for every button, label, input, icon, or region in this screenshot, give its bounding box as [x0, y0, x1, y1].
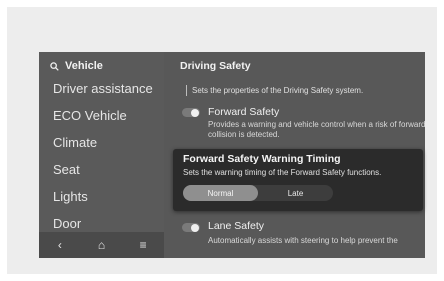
- forward-safety-title[interactable]: Forward Safety: [208, 106, 279, 118]
- lane-safety-toggle-icon[interactable]: [182, 223, 200, 232]
- forward-safety-toggle-icon[interactable]: [182, 108, 200, 117]
- page-description: Sets the properties of the Driving Safet…: [186, 85, 363, 96]
- sidebar-item-climate[interactable]: Climate: [53, 135, 97, 150]
- lane-safety-title[interactable]: Lane Safety: [208, 220, 264, 232]
- photo-frame: Vehicle Driver assistance ECO Vehicle Cl…: [7, 7, 437, 274]
- timing-segmented-control: Normal Late: [183, 185, 333, 201]
- menu-icon[interactable]: ≡: [133, 235, 153, 255]
- option-normal-button[interactable]: Normal: [183, 185, 258, 201]
- search-label: Vehicle: [65, 60, 103, 72]
- sidebar-item-lights[interactable]: Lights: [53, 189, 88, 204]
- forward-safety-desc: Provides a warning and vehicle control w…: [208, 120, 425, 139]
- sidebar-item-door[interactable]: Door: [53, 216, 81, 231]
- search-row[interactable]: Vehicle: [50, 60, 103, 72]
- sidebar-item-driver-assistance[interactable]: Driver assistance: [53, 81, 153, 96]
- bottom-nav: ‹ ⌂ ≡: [39, 232, 164, 258]
- back-icon[interactable]: ‹: [50, 235, 70, 255]
- page-title: Driving Safety: [180, 60, 251, 72]
- sidebar-item-eco-vehicle[interactable]: ECO Vehicle: [53, 108, 127, 123]
- popup-description: Sets the warning timing of the Forward S…: [183, 168, 382, 177]
- lane-safety-desc: Automatically assists with steering to h…: [208, 236, 398, 245]
- sidebar: Vehicle Driver assistance ECO Vehicle Cl…: [39, 52, 164, 258]
- search-icon: [50, 61, 59, 71]
- home-icon[interactable]: ⌂: [91, 235, 111, 255]
- warning-timing-popup: Forward Safety Warning Timing Sets the w…: [173, 149, 423, 211]
- popup-title: Forward Safety Warning Timing: [183, 153, 341, 165]
- option-late-button[interactable]: Late: [258, 185, 333, 201]
- sidebar-item-seat[interactable]: Seat: [53, 162, 80, 177]
